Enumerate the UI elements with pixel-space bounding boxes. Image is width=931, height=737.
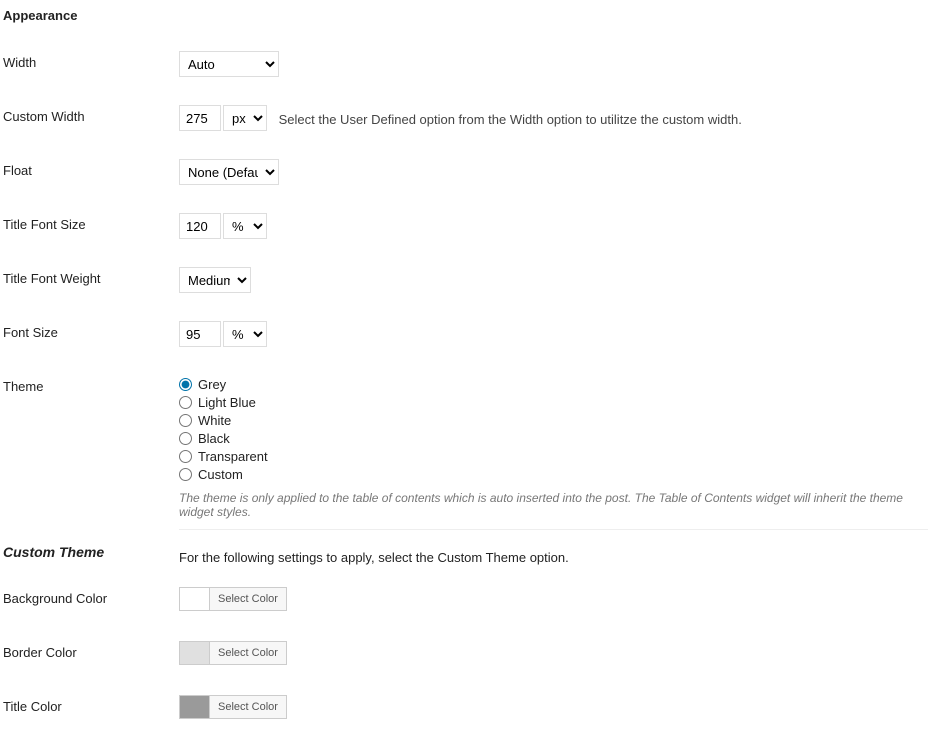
theme-radio-transparent[interactable] [179,450,192,463]
custom-width-label: Custom Width [3,105,179,124]
font-size-unit-select[interactable]: % [223,321,267,347]
title-color-row: Title Color Select Color [3,695,928,721]
theme-option-white[interactable]: White [179,411,928,429]
title-font-weight-label: Title Font Weight [3,267,179,286]
theme-note: The theme is only applied to the table o… [179,491,928,519]
theme-radio-light-blue-label: Light Blue [198,395,256,410]
theme-radio-grey[interactable] [179,378,192,391]
theme-row: Theme Grey Light Blue White Black [3,375,928,519]
appearance-section: Appearance Width Auto Custom Width px Se… [3,8,928,721]
theme-option-light-blue[interactable]: Light Blue [179,393,928,411]
theme-radio-black[interactable] [179,432,192,445]
theme-radio-list: Grey Light Blue White Black Transparent [179,375,928,483]
title-color-label: Title Color [3,695,179,714]
theme-option-grey[interactable]: Grey [179,375,928,393]
title-color-picker[interactable]: Select Color [179,695,287,719]
theme-radio-custom[interactable] [179,468,192,481]
theme-radio-transparent-label: Transparent [198,449,268,464]
custom-theme-heading-row: Custom Theme For the following settings … [3,544,928,565]
float-label: Float [3,159,179,178]
custom-width-row: Custom Width px Select the User Defined … [3,105,928,131]
title-color-button[interactable]: Select Color [210,696,286,718]
title-font-size-row: Title Font Size % [3,213,928,239]
background-color-row: Background Color Select Color [3,587,928,613]
custom-width-hint: Select the User Defined option from the … [279,112,742,127]
background-color-picker[interactable]: Select Color [179,587,287,611]
width-select[interactable]: Auto [179,51,279,77]
border-color-button[interactable]: Select Color [210,642,286,664]
float-select[interactable]: None (Default) [179,159,279,185]
title-font-size-unit-select[interactable]: % [223,213,267,239]
title-font-weight-row: Title Font Weight Medium [3,267,928,293]
section-heading: Appearance [3,8,928,23]
font-size-row: Font Size % [3,321,928,347]
theme-radio-grey-label: Grey [198,377,226,392]
theme-option-custom[interactable]: Custom [179,465,928,483]
theme-option-transparent[interactable]: Transparent [179,447,928,465]
theme-radio-white-label: White [198,413,231,428]
custom-width-input[interactable] [179,105,221,131]
border-color-swatch [180,642,210,664]
border-color-label: Border Color [3,641,179,660]
title-font-size-label: Title Font Size [3,213,179,232]
custom-theme-hint: For the following settings to apply, sel… [179,550,569,565]
theme-radio-custom-label: Custom [198,467,243,482]
custom-theme-heading: Custom Theme [3,544,179,560]
theme-radio-white[interactable] [179,414,192,427]
title-font-weight-select[interactable]: Medium [179,267,251,293]
background-color-label: Background Color [3,587,179,606]
title-font-size-input[interactable] [179,213,221,239]
title-color-swatch [180,696,210,718]
font-size-label: Font Size [3,321,179,340]
background-color-button[interactable]: Select Color [210,588,286,610]
theme-option-black[interactable]: Black [179,429,928,447]
float-row: Float None (Default) [3,159,928,185]
border-color-row: Border Color Select Color [3,641,928,667]
font-size-input[interactable] [179,321,221,347]
border-color-picker[interactable]: Select Color [179,641,287,665]
width-label: Width [3,51,179,70]
theme-label: Theme [3,375,179,394]
theme-radio-light-blue[interactable] [179,396,192,409]
custom-width-unit-select[interactable]: px [223,105,267,131]
width-row: Width Auto [3,51,928,77]
divider [179,529,928,530]
background-color-swatch [180,588,210,610]
theme-radio-black-label: Black [198,431,230,446]
